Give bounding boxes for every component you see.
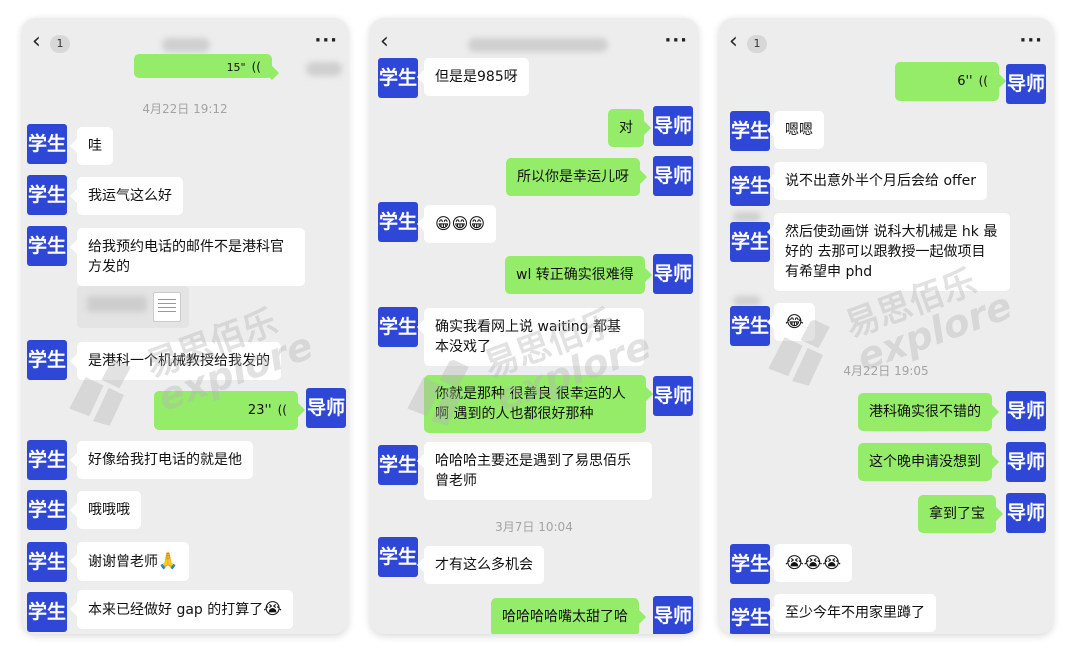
message-bubble: 这个晚申请没想到 (858, 443, 992, 481)
avatar[interactable]: 导师 (653, 254, 693, 294)
avatar-redacted (306, 62, 342, 76)
message-bubble: 😁😁😁 (424, 205, 497, 243)
message-bubble: wl 转正确实很难得 (505, 256, 645, 294)
image-preview-redacted (87, 296, 147, 312)
voice-wave-icon: (( (978, 74, 988, 88)
message-bubble: 然后使劲画饼 说科大机械是 hk 最好的 去那可以跟教授一起做项目 有希望申 p… (774, 213, 1010, 291)
message-bubble: 才有这么多机会 (424, 546, 544, 584)
contact-name-redacted (468, 38, 608, 52)
message-bubble: 😭😭😭 (774, 544, 853, 582)
more-dots-icon[interactable]: ··· (314, 30, 338, 51)
voice-message[interactable]: 6''(( (895, 62, 999, 101)
message-bubble: 哈哈哈主要还是遇到了易思佰乐曾老师 (424, 442, 652, 500)
unread-count-badge: 1 (50, 35, 70, 53)
message-bubble: 哇 (77, 127, 113, 165)
voice-message[interactable]: 15"(( (134, 54, 272, 78)
message-bubble: 我运气这么好 (77, 177, 183, 215)
message-bubble: 你就是那种 很善良 很幸运的人啊 遇到的人也都很好那种 (424, 375, 646, 433)
avatar[interactable]: 学生 (27, 592, 67, 632)
message-bubble: 是港科一个机械教授给我发的 (77, 342, 281, 380)
voice-wave-icon: (( (277, 403, 287, 417)
document-icon (153, 292, 181, 322)
avatar-redacted (733, 212, 761, 222)
avatar[interactable]: 学生 (27, 124, 67, 164)
message-bubble: 对 (608, 109, 644, 147)
avatar[interactable]: 学生 (730, 111, 770, 151)
avatar[interactable]: 学生 (27, 175, 67, 215)
image-attachment[interactable] (77, 286, 189, 328)
message-bubble: 港科确实很不错的 (858, 393, 992, 431)
avatar[interactable]: 导师 (1006, 493, 1046, 533)
crying-emoji: 😭 (263, 599, 282, 618)
avatar[interactable]: 学生 (27, 490, 67, 530)
voice-wave-icon: (( (251, 60, 261, 74)
message-bubble: 谢谢曾老师🙏 (77, 542, 189, 581)
avatar[interactable]: 导师 (653, 376, 693, 416)
more-dots-icon[interactable]: ··· (1019, 30, 1043, 51)
timestamp: 4月22日 19:05 (843, 364, 929, 378)
message-bubble: 嗯嗯 (774, 111, 824, 149)
avatar[interactable]: 学生 (730, 306, 770, 346)
message-bubble: 给我预约电话的邮件不是港科官方发的 (77, 228, 305, 286)
unread-count-badge: 1 (747, 35, 767, 53)
contact-name-redacted (162, 38, 210, 52)
avatar[interactable]: 学生 (378, 307, 418, 347)
chevron-left-icon[interactable]: ‹ (380, 31, 389, 53)
avatar[interactable]: 学生 (730, 166, 770, 206)
avatar[interactable]: 导师 (653, 106, 693, 146)
message-bubble: 确实我看网上说 waiting 都基本没戏了 (424, 308, 644, 366)
chat-header: ‹ 1 ··· (719, 18, 1053, 68)
avatar-redacted (733, 296, 761, 306)
avatar[interactable]: 导师 (306, 388, 346, 428)
message-bubble: 😂 (774, 303, 815, 341)
message-bubble: 好像给我打电话的就是他 (77, 441, 253, 479)
pray-emoji: 🙏 (158, 551, 178, 570)
avatar[interactable]: 导师 (1006, 442, 1046, 482)
avatar[interactable]: 学生 (378, 202, 418, 242)
avatar[interactable]: 学生 (27, 440, 67, 480)
message-bubble: 至少今年不用家里蹲了 (774, 594, 936, 632)
message-bubble: 哦哦哦 (77, 491, 141, 529)
avatar[interactable]: 学生 (730, 598, 770, 634)
chat-panel-2: ‹ ··· 学生 但是是985呀 对 导师 所以你是幸运儿呀 导师 学生 😁😁😁… (370, 18, 698, 634)
chevron-left-icon[interactable]: ‹ (729, 31, 738, 53)
chevron-left-icon[interactable]: ‹ (32, 31, 41, 53)
avatar[interactable]: 学生 (27, 340, 67, 380)
timestamp: 4月22日 19:12 (142, 102, 228, 116)
avatar[interactable]: 学生 (730, 544, 770, 584)
avatar[interactable]: 导师 (1006, 391, 1046, 431)
avatar[interactable]: 学生 (730, 222, 770, 262)
timestamp: 3月7日 10:04 (495, 520, 573, 534)
message-bubble: 所以你是幸运儿呀 (506, 158, 640, 196)
avatar[interactable]: 导师 (653, 596, 693, 634)
message-bubble: 哈哈哈哈嘴太甜了哈 (491, 598, 639, 634)
message-bubble: 说不出意外半个月后会给 offer (774, 162, 988, 200)
more-dots-icon[interactable]: ··· (664, 30, 688, 51)
chat-header: ‹ ··· (370, 18, 698, 68)
avatar[interactable]: 导师 (653, 156, 693, 196)
avatar[interactable]: 导师 (1006, 64, 1046, 104)
message-bubble: 但是是985呀 (424, 58, 529, 96)
avatar[interactable]: 学生 (378, 58, 418, 98)
avatar[interactable]: 学生 (27, 542, 67, 582)
message-bubble: 拿到了宝 (918, 495, 996, 533)
chat-panel-3: ‹ 1 ··· 6''(( 导师 学生 嗯嗯 学生 说不出意外半个月后会给 of… (719, 18, 1053, 634)
chat-panel-1: ‹ 1 ··· 15"(( 4月22日 19:12 学生 哇 学生 我运气这么好… (22, 18, 348, 634)
avatar[interactable]: 学生 (378, 445, 418, 485)
watermark: 易思佰乐 explore (390, 270, 698, 467)
avatar[interactable]: 学生 (27, 226, 67, 266)
avatar[interactable]: 学生 (378, 537, 418, 577)
message-bubble: 本来已经做好 gap 的打算了😭 (77, 590, 293, 629)
voice-message[interactable]: 23''(( (154, 391, 298, 430)
